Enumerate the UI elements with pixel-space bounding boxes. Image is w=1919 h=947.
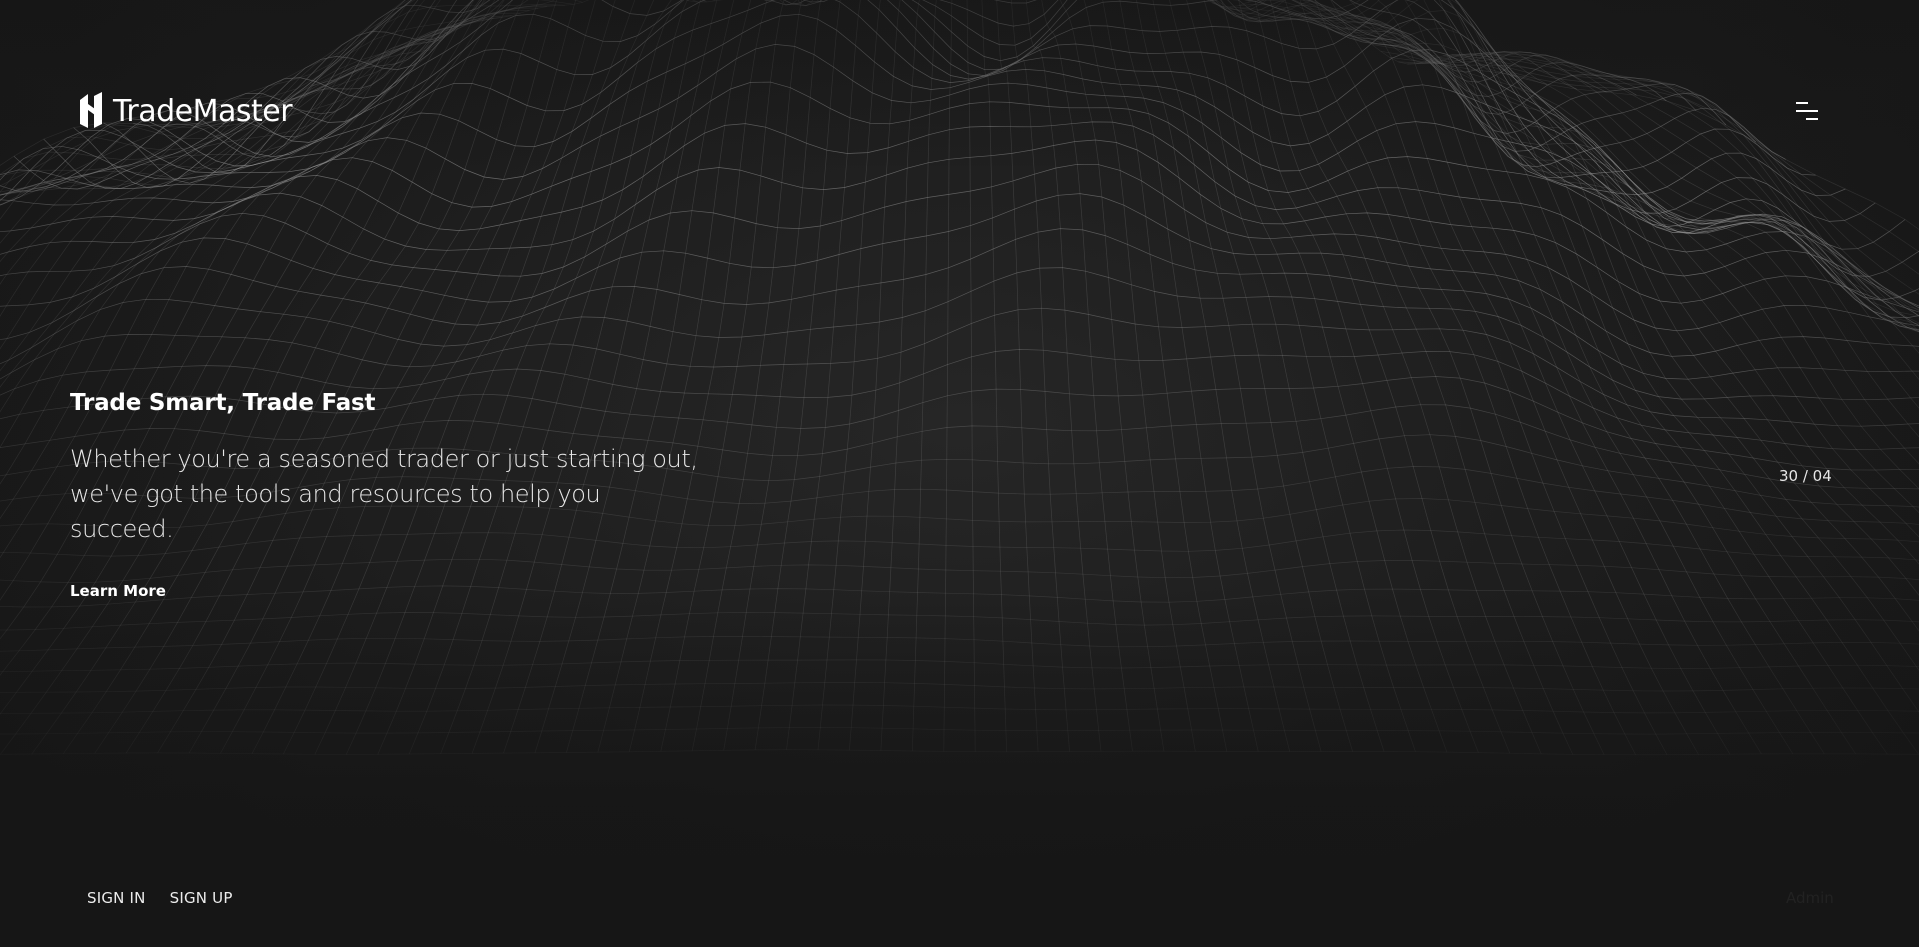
terrain-column-line [1478, 63, 1919, 253]
terrain-column-line [628, 0, 826, 752]
terrain-row-line [0, 612, 1919, 631]
terrain-row-line [43, 0, 1876, 222]
terrain-column-line [1433, 52, 1919, 331]
terrain-column-line [408, 0, 672, 755]
terrain-column-line [1247, 0, 1919, 671]
terrain-column-line [1083, 0, 1196, 752]
trademaster-logo-icon [80, 92, 102, 128]
terrain-column-line [1152, 0, 1322, 752]
terrain-column-line [660, 0, 785, 752]
terrain-column-line [283, 0, 596, 755]
terrain-column-line [1308, 0, 1919, 538]
terrain-column-line [1203, 0, 1416, 752]
hero-title: Trade Smart, Trade Fast [70, 390, 376, 416]
terrain-column-line [1169, 0, 1353, 752]
terrain-column-line [966, 0, 976, 752]
terrain-row-line [0, 0, 1919, 332]
terrain-row-line [0, 749, 1919, 756]
auth-links: SIGN IN SIGN UP [87, 889, 233, 907]
menu-line-middle [1796, 110, 1818, 112]
terrain-column-line [1407, 53, 1919, 325]
terrain-column-line [1354, 31, 1919, 333]
terrain-column-line [1119, 0, 1259, 752]
terrain-column-line [534, 0, 775, 753]
terrain-column-line [503, 0, 702, 754]
terrain-column-line [1011, 0, 1070, 752]
terrain-column-line [1336, 21, 1919, 381]
terrain-column-line [1380, 50, 1919, 307]
terrain-row-line [0, 0, 1919, 318]
learn-more-link[interactable]: Learn More [70, 582, 166, 600]
terrain-column-line [1389, 57, 1919, 310]
terrain-column-line [1307, 0, 1919, 565]
terrain-column-line [1345, 26, 1919, 354]
terrain-column-line [1416, 51, 1919, 330]
terrain-row-line [0, 0, 1919, 301]
terrain-column-line [1327, 17, 1919, 409]
terrain-column-line [1041, 0, 1133, 752]
terrain-row-line [0, 727, 1919, 735]
terrain-row-line [0, 13, 1919, 326]
terrain-row-line [0, 0, 1919, 277]
terrain-column-line [723, 0, 821, 751]
terrain-column-line [1398, 58, 1919, 317]
terrain-row-line [73, 0, 1846, 196]
hero-subtitle-line-1: Whether you're a seasoned trader or just… [70, 445, 698, 473]
terrain-column-line [1136, 0, 1291, 752]
terrain-row-line [0, 163, 1919, 332]
terrain-column-line [1207, 0, 1825, 754]
terrain-column-line [1302, 0, 1919, 596]
terrain-column-line [691, 0, 803, 751]
sign-in-link[interactable]: SIGN IN [87, 889, 146, 907]
terrain-row-line [0, 0, 1919, 331]
terrain-row-line [13, 0, 1906, 250]
terrain-row-line [0, 704, 1919, 714]
hero-subtitle: Whether you're a seasoned trader or just… [70, 442, 710, 547]
slide-counter: 30 / 04 [1779, 467, 1832, 485]
hero-content: Trade Smart, Trade Fast Whether you're a… [70, 390, 710, 547]
menu-line-bottom [1806, 118, 1818, 120]
terrain-column-line [1102, 0, 1228, 752]
terrain-column-line [1212, 0, 1856, 755]
terrain-column-line [981, 0, 1008, 752]
brand-logo-link[interactable]: TradeMaster [78, 90, 293, 132]
terrain-column-line [1059, 0, 1165, 752]
hamburger-menu-icon[interactable] [1790, 100, 1818, 126]
terrain-column-line [1186, 0, 1385, 752]
menu-line-top [1796, 102, 1808, 104]
terrain-column-line [1025, 0, 1102, 752]
admin-link[interactable]: Admin [1786, 889, 1834, 907]
sign-up-link[interactable]: SIGN UP [170, 889, 233, 907]
brand-name: TradeMaster [113, 93, 293, 129]
hero-subtitle-line-2: we've got the tools and resources to hel… [70, 480, 601, 543]
terrain-column-line [1371, 44, 1919, 309]
terrain-column-line [1300, 2, 1919, 490]
terrain-column-line [1292, 0, 1919, 632]
terrain-column-line [1209, 0, 1794, 754]
hero-stage: TradeMaster Trade Smart, Trade Fast Whet… [0, 0, 1919, 947]
terrain-column-line [597, 0, 814, 753]
terrain-column-line [1221, 0, 1448, 753]
